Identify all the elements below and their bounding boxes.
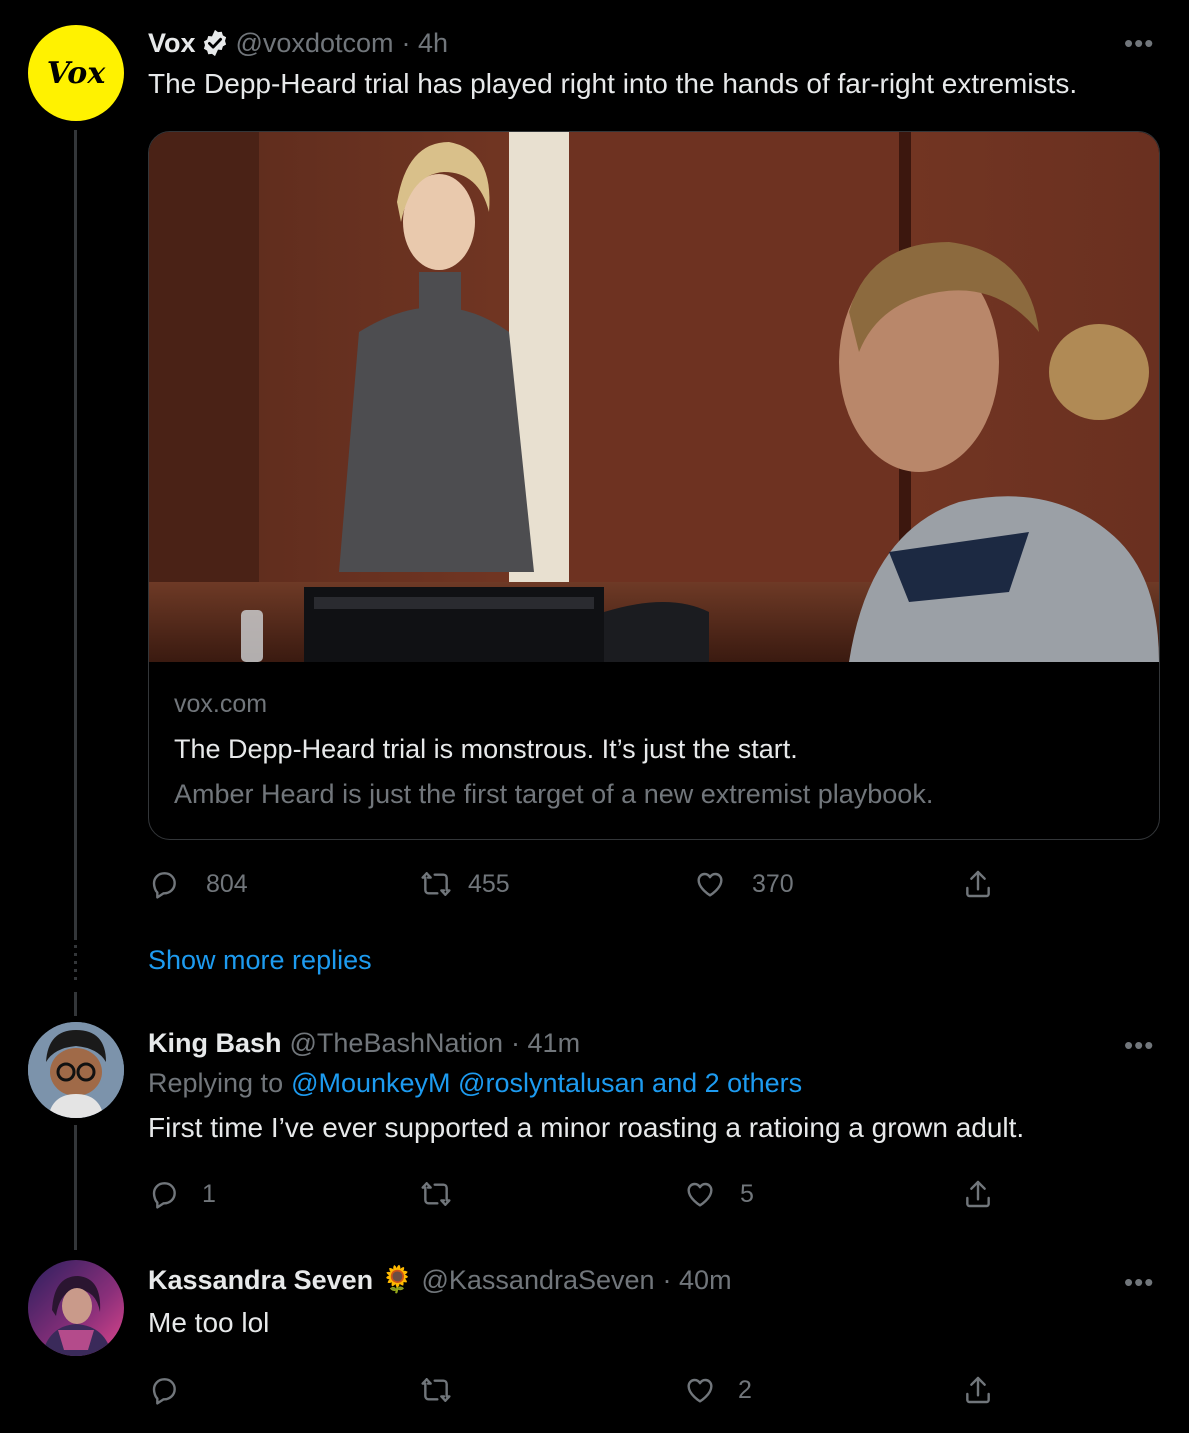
reply2-header: Kassandra Seven 🌻 @KassandraSeven · 40m: [148, 1261, 732, 1299]
reply-icon: [152, 1182, 176, 1209]
portrait-avatar-icon: [28, 1260, 124, 1356]
share-icon: [966, 1376, 990, 1404]
show-more-replies[interactable]: Show more replies: [148, 945, 372, 976]
thread-line: [74, 1125, 77, 1250]
card-description: Amber Heard is just the first target of …: [174, 779, 934, 809]
thread-line: [74, 130, 77, 940]
reply-count: 1: [202, 1179, 216, 1208]
like-icon: [687, 1378, 713, 1403]
thread-line: [74, 992, 77, 1016]
card-domain: vox.com: [174, 690, 268, 718]
kassandra-seven-avatar[interactable]: [28, 1260, 124, 1356]
like-button[interactable]: 2: [684, 1374, 752, 1406]
verified-badge-icon: [203, 29, 226, 57]
reply-icon: [152, 872, 176, 899]
tweet-time[interactable]: · 40m: [663, 1265, 732, 1296]
author-handle[interactable]: @KassandraSeven: [422, 1265, 655, 1296]
tweet-text: First time I’ve ever supported a minor r…: [148, 1112, 1025, 1143]
share-icon: [966, 870, 990, 898]
reply-button[interactable]: 804: [148, 868, 248, 900]
replying-to-users[interactable]: @MounkeyM @roslyntalusan and 2 others: [291, 1068, 802, 1099]
retweet-button[interactable]: [420, 1178, 452, 1210]
replying-prefix: Replying to: [148, 1068, 284, 1098]
more-icon[interactable]: •••: [1124, 1267, 1154, 1298]
retweet-button[interactable]: [420, 1374, 452, 1406]
tweet-text: Me too lol: [148, 1307, 270, 1338]
author-handle[interactable]: @TheBashNation: [290, 1028, 504, 1059]
like-button[interactable]: 370: [694, 868, 794, 900]
vox-avatar[interactable]: Vox: [28, 25, 124, 121]
author-name[interactable]: Kassandra Seven: [148, 1265, 373, 1296]
share-button[interactable]: [962, 1178, 994, 1210]
reply-count: 804: [206, 869, 248, 898]
share-button[interactable]: [962, 868, 994, 900]
retweet-icon: [421, 872, 451, 896]
share-button[interactable]: [962, 1374, 994, 1406]
reply-button[interactable]: 1: [148, 1178, 216, 1210]
replying-to: Replying to @MounkeyM @roslyntalusan and…: [148, 1068, 802, 1099]
vox-logo-text: Vox: [46, 55, 106, 91]
sunflower-emoji-icon: 🌻: [381, 1265, 414, 1295]
author-name[interactable]: Vox: [148, 28, 196, 59]
retweet-icon: [421, 1182, 451, 1206]
card-title: The Depp-Heard trial is monstrous. It’s …: [174, 734, 798, 764]
like-count: 370: [752, 869, 794, 898]
more-icon[interactable]: •••: [1124, 1030, 1154, 1061]
like-button[interactable]: 5: [684, 1178, 754, 1210]
like-icon: [687, 1182, 713, 1207]
retweet-count: 455: [468, 869, 510, 898]
share-icon: [966, 1180, 990, 1208]
king-bash-avatar[interactable]: [28, 1022, 124, 1118]
more-icon[interactable]: •••: [1124, 28, 1154, 59]
author-name[interactable]: King Bash: [148, 1028, 282, 1059]
like-count: 2: [738, 1375, 752, 1404]
like-count: 5: [740, 1179, 754, 1208]
author-handle[interactable]: @voxdotcom: [236, 28, 394, 59]
tweet-time[interactable]: · 41m: [511, 1028, 580, 1059]
thread-dots: [74, 945, 77, 985]
retweet-button[interactable]: 455: [420, 868, 510, 900]
retweet-icon: [421, 1378, 451, 1402]
tweet-text: The Depp-Heard trial has played right in…: [148, 68, 1078, 99]
card-image: [149, 132, 1159, 662]
reply1-header: King Bash @TheBashNation · 41m: [148, 1024, 580, 1062]
reply-icon: [152, 1378, 176, 1405]
reply-button[interactable]: [148, 1374, 180, 1406]
link-card[interactable]: vox.com The Depp-Heard trial is monstrou…: [148, 131, 1160, 840]
tweet-header: Vox @voxdotcom · 4h: [148, 24, 448, 62]
cartoon-avatar-icon: [28, 1022, 124, 1118]
like-icon: [697, 872, 723, 897]
tweet-time[interactable]: · 4h: [401, 28, 448, 59]
